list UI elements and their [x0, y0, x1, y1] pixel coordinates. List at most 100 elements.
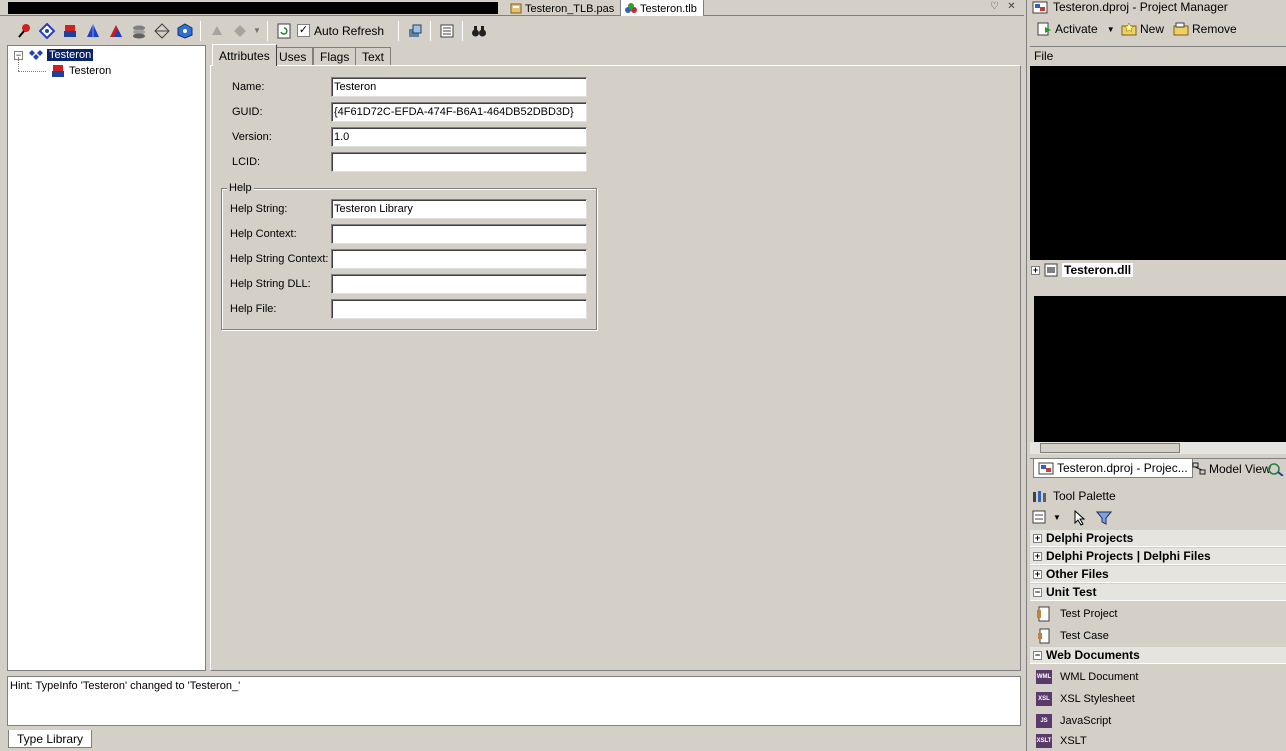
palette-item-label: XSLT	[1060, 735, 1087, 747]
help-string-field[interactable]: Testeron Library	[331, 199, 587, 219]
palette-item-xsl-stylesheet[interactable]: XSL XSL Stylesheet	[1036, 689, 1135, 709]
new-coclass-button[interactable]	[58, 20, 81, 42]
test-project-icon	[1037, 606, 1050, 622]
tab-testeron-tlb[interactable]: Testeron.tlb	[621, 0, 704, 16]
expand-icon[interactable]: +	[1031, 265, 1040, 275]
tab-model-view[interactable]: Model View	[1190, 459, 1273, 478]
tab-data-explorer[interactable]	[1268, 459, 1284, 478]
refresh-button[interactable]	[272, 20, 295, 42]
close-icon[interactable]: ✕	[1005, 1, 1018, 13]
lcid-field[interactable]	[331, 152, 587, 172]
tab-type-library[interactable]: Type Library	[8, 730, 93, 748]
help-string-label: Help String:	[230, 203, 288, 215]
dispinterface-icon	[38, 22, 55, 39]
tab-label: Testeron.dproj - Projec...	[1057, 461, 1188, 475]
tab-text[interactable]: Text	[355, 47, 392, 65]
register-button[interactable]	[403, 20, 426, 42]
tab-label: Flags	[320, 49, 350, 64]
category-label: Web Documents	[1046, 648, 1140, 662]
palette-item-javascript[interactable]: JS JavaScript	[1036, 711, 1111, 731]
new-method-button[interactable]	[205, 20, 228, 42]
new-interface-button[interactable]	[12, 20, 35, 42]
category-web-documents[interactable]: − Web Documents	[1030, 647, 1286, 664]
project-node-dll[interactable]: + Testeron.dll	[1031, 262, 1134, 278]
palette-item-label: Test Project	[1060, 608, 1118, 620]
property-icon	[233, 24, 246, 37]
auto-refresh-label: Auto Refresh	[314, 23, 385, 38]
palette-item-test-project[interactable]: Test Project	[1036, 604, 1117, 624]
toolbar-separator	[430, 20, 432, 41]
module-icon	[177, 22, 192, 39]
palette-item-wml-document[interactable]: WML WML Document	[1036, 667, 1138, 687]
new-button[interactable]: New	[1121, 21, 1164, 37]
filter-button[interactable]	[1096, 510, 1112, 526]
guid-field[interactable]: {4F61D72C-EFDA-474F-B6A1-464DB52DBD3D}	[331, 102, 587, 122]
tab-attributes[interactable]: Attributes	[212, 44, 277, 66]
method-icon	[211, 25, 222, 35]
record-icon	[132, 25, 145, 38]
type-library-tree[interactable]: − Testeron Testeron	[7, 45, 206, 671]
horizontal-scrollbar[interactable]	[1030, 442, 1286, 454]
activate-button[interactable]: Activate ▼	[1036, 21, 1115, 37]
expand-icon[interactable]: +	[1033, 533, 1042, 543]
new-record-button[interactable]	[127, 20, 150, 42]
palette-item-xslt[interactable]: XSLT XSLT	[1036, 731, 1087, 751]
category-unit-test[interactable]: − Unit Test	[1030, 584, 1286, 601]
cursor-button[interactable]	[1073, 510, 1087, 526]
property-dropdown-button[interactable]: ▼	[251, 20, 263, 42]
tab-label: Model View	[1209, 461, 1271, 476]
auto-refresh-checkbox[interactable]: ✓ Auto Refresh	[297, 24, 384, 38]
category-delphi-files[interactable]: + Delphi Projects | Delphi Files	[1030, 548, 1286, 565]
collapse-icon[interactable]: −	[1033, 587, 1042, 597]
dock-splitter[interactable]	[1026, 0, 1027, 751]
tool-palette-title-text: Tool Palette	[1053, 489, 1116, 503]
new-dispinterface-button[interactable]	[35, 20, 58, 42]
tab-testeron-tlb-pas[interactable]: Testeron_TLB.pas	[506, 0, 622, 16]
find-button[interactable]	[467, 20, 490, 42]
export-button[interactable]	[435, 20, 458, 42]
remove-button[interactable]: Remove	[1173, 21, 1237, 37]
redacted-area	[1030, 66, 1286, 260]
name-field[interactable]: Testeron	[331, 77, 587, 97]
tree-node-coclass[interactable]: Testeron	[50, 63, 111, 79]
hint-message: Hint: TypeInfo 'Testeron' changed to 'Te…	[7, 676, 1021, 726]
palette-item-label: XSL Stylesheet	[1060, 693, 1135, 705]
category-other-files[interactable]: + Other Files	[1030, 566, 1286, 583]
tab-uses[interactable]: Uses	[272, 47, 314, 65]
expand-icon[interactable]: +	[1033, 551, 1042, 561]
type-library-icon	[625, 3, 637, 14]
expand-icon[interactable]: +	[1033, 569, 1042, 579]
new-enum-button[interactable]	[81, 20, 104, 42]
tab-list-icon[interactable]: ♡	[988, 1, 1001, 13]
help-context-field[interactable]	[331, 224, 587, 244]
chevron-down-icon: ▼	[253, 26, 261, 35]
activate-icon	[1037, 22, 1051, 36]
tab-project-manager[interactable]: Testeron.dproj - Projec...	[1033, 459, 1193, 478]
tab-flags[interactable]: Flags	[313, 47, 357, 65]
guid-label: GUID:	[232, 106, 263, 118]
cursor-icon	[1074, 510, 1086, 526]
categories-button[interactable]: ▼	[1032, 510, 1061, 524]
help-string-context-field[interactable]	[331, 249, 587, 269]
help-file-field[interactable]	[331, 299, 587, 319]
new-property-button[interactable]	[228, 20, 251, 42]
scrollbar-thumb[interactable]	[1040, 443, 1180, 453]
collapse-icon[interactable]: −	[1033, 650, 1042, 660]
help-string-context-label: Help String Context:	[230, 253, 329, 265]
category-delphi-projects[interactable]: + Delphi Projects	[1030, 530, 1286, 547]
help-string-dll-field[interactable]	[331, 274, 587, 294]
project-manager-icon	[1032, 1, 1048, 13]
file-column-header[interactable]: File	[1030, 46, 1286, 63]
tree-node-library[interactable]: − Testeron	[14, 47, 94, 63]
chevron-down-icon[interactable]: ▼	[1107, 25, 1115, 34]
version-field[interactable]: 1.0	[331, 127, 587, 147]
chevron-down-icon[interactable]: ▼	[1053, 513, 1061, 522]
palette-item-test-case[interactable]: Test Case	[1036, 626, 1109, 646]
javascript-icon: JS	[1036, 714, 1052, 728]
palette-item-label: JavaScript	[1060, 715, 1112, 727]
new-union-button[interactable]	[150, 20, 173, 42]
tab-label: Attributes	[219, 48, 270, 63]
binoculars-icon	[471, 25, 486, 36]
new-alias-button[interactable]	[104, 20, 127, 42]
new-module-button[interactable]	[173, 20, 196, 42]
